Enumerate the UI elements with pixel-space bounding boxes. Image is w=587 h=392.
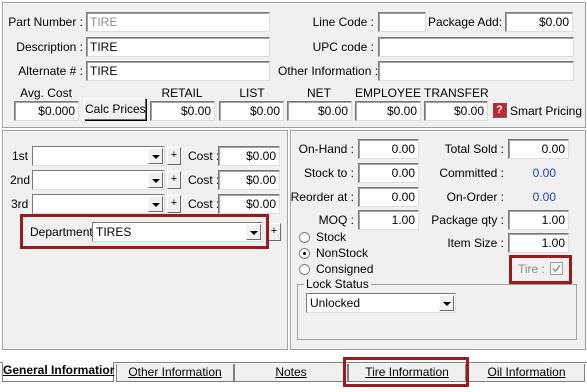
committed-label: Committed : (439, 166, 504, 180)
vendor-3-select[interactable] (32, 194, 165, 214)
line-code-field[interactable] (378, 12, 426, 32)
vendor-3-label: 3rd (11, 197, 29, 211)
smart-pricing-help-icon[interactable]: ? (492, 102, 507, 118)
retail-label: RETAIL (161, 86, 203, 100)
tire-tab-highlight (343, 357, 469, 387)
package-add-label: Package Add: (428, 15, 503, 29)
employee-field[interactable]: $0.00 (355, 101, 421, 121)
nonstock-radio-label[interactable]: NonStock (316, 246, 368, 260)
vendor-2-add-button[interactable]: + (167, 171, 181, 189)
consigned-radio[interactable] (299, 264, 310, 275)
chevron-down-icon[interactable] (439, 295, 454, 311)
stock-radio[interactable] (299, 232, 310, 243)
vendor-1-label: 1st (12, 149, 29, 163)
employee-label: EMPLOYEE (355, 86, 422, 100)
package-add-field[interactable]: $0.00 (505, 12, 573, 32)
vendor-2-cost-field[interactable]: $0.00 (218, 170, 280, 190)
part-number-field[interactable]: TIRE (86, 12, 270, 32)
alternate-label: Alternate # : (18, 64, 83, 78)
moq-label: MOQ : (318, 213, 354, 227)
description-field[interactable]: TIRE (86, 37, 270, 57)
on-hand-label: On-Hand : (298, 142, 354, 156)
other-info-field[interactable] (378, 61, 574, 81)
lock-status-value: Unlocked (310, 296, 361, 310)
nonstock-radio[interactable] (299, 248, 310, 259)
tab-other-information-label: Other Information (128, 365, 222, 379)
vendor-1-cost-field[interactable]: $0.00 (218, 146, 280, 166)
item-size-label: Item Size : (447, 236, 504, 250)
list-label: LIST (239, 86, 265, 100)
stock-radio-label[interactable]: Stock (316, 230, 346, 244)
avg-cost-label: Avg. Cost (20, 86, 72, 100)
lock-status-label: Lock Status (304, 277, 371, 291)
tab-general-information[interactable]: General Informatior (2, 362, 114, 382)
avg-cost-field[interactable]: $0.000 (14, 101, 79, 121)
tab-oil-information-label: Oil Information (487, 365, 566, 379)
alternate-field[interactable]: TIRE (86, 61, 270, 81)
item-size-field[interactable]: 1.00 (508, 233, 569, 253)
stock-to-label: Stock to : (303, 166, 354, 180)
retail-field[interactable]: $0.00 (150, 101, 215, 121)
vendor-1-cost-label: Cost : (188, 149, 220, 163)
lock-status-select[interactable]: Unlocked (306, 293, 456, 313)
vendor-2-label: 2nd (10, 173, 31, 187)
on-order-value: 0.00 (532, 190, 556, 204)
stock-to-field[interactable]: 0.00 (358, 163, 419, 183)
on-order-label: On-Order : (446, 190, 504, 204)
calc-prices-button[interactable]: Calc Prices (84, 98, 146, 120)
consigned-radio-label[interactable]: Consigned (316, 262, 373, 276)
transfer-field[interactable]: $0.00 (424, 101, 488, 121)
chevron-down-icon[interactable] (148, 196, 163, 212)
list-field[interactable]: $0.00 (219, 101, 284, 121)
part-number-label: Part Number : (8, 15, 83, 29)
department-highlight (20, 214, 269, 249)
line-code-label: Line Code : (312, 15, 374, 29)
vendor-3-add-button[interactable]: + (167, 195, 181, 213)
net-field[interactable]: $0.00 (287, 101, 352, 121)
chevron-down-icon[interactable] (148, 148, 163, 164)
upc-field[interactable] (378, 37, 574, 57)
smart-pricing-label[interactable]: Smart Pricing (510, 104, 582, 118)
vendor-1-select[interactable] (32, 146, 165, 166)
vendor-2-cost-label: Cost : (188, 173, 220, 187)
other-info-label: Other Information : (278, 64, 379, 78)
department-add-button[interactable]: + (267, 223, 281, 241)
net-label: NET (307, 86, 331, 100)
tab-other-information[interactable]: Other Information (116, 364, 234, 382)
tab-notes-label: Notes (275, 365, 307, 379)
tab-oil-information[interactable]: Oil Information (468, 364, 585, 382)
tab-general-information-label: General Informatior (3, 363, 115, 377)
tire-highlight (509, 255, 572, 284)
tab-notes[interactable]: Notes (234, 364, 348, 382)
vendor-3-cost-field[interactable]: $0.00 (218, 194, 280, 214)
on-hand-field[interactable]: 0.00 (358, 139, 419, 159)
chevron-down-icon[interactable] (148, 172, 163, 188)
package-qty-label: Package qty : (431, 213, 504, 227)
reorder-label: Reorder at : (290, 190, 354, 204)
package-qty-field[interactable]: 1.00 (508, 210, 569, 230)
total-sold-field[interactable]: 0.00 (508, 139, 569, 159)
moq-field[interactable]: 1.00 (358, 210, 419, 230)
reorder-field[interactable]: 0.00 (358, 187, 419, 207)
committed-value: 0.00 (532, 166, 556, 180)
total-sold-label: Total Sold : (444, 142, 504, 156)
vendor-3-cost-label: Cost : (188, 197, 220, 211)
description-label: Description : (16, 40, 83, 54)
vendor-1-add-button[interactable]: + (167, 147, 181, 165)
vendor-2-select[interactable] (32, 170, 165, 190)
upc-label: UPC code : (312, 40, 374, 54)
transfer-label: TRANSFER (424, 86, 489, 100)
